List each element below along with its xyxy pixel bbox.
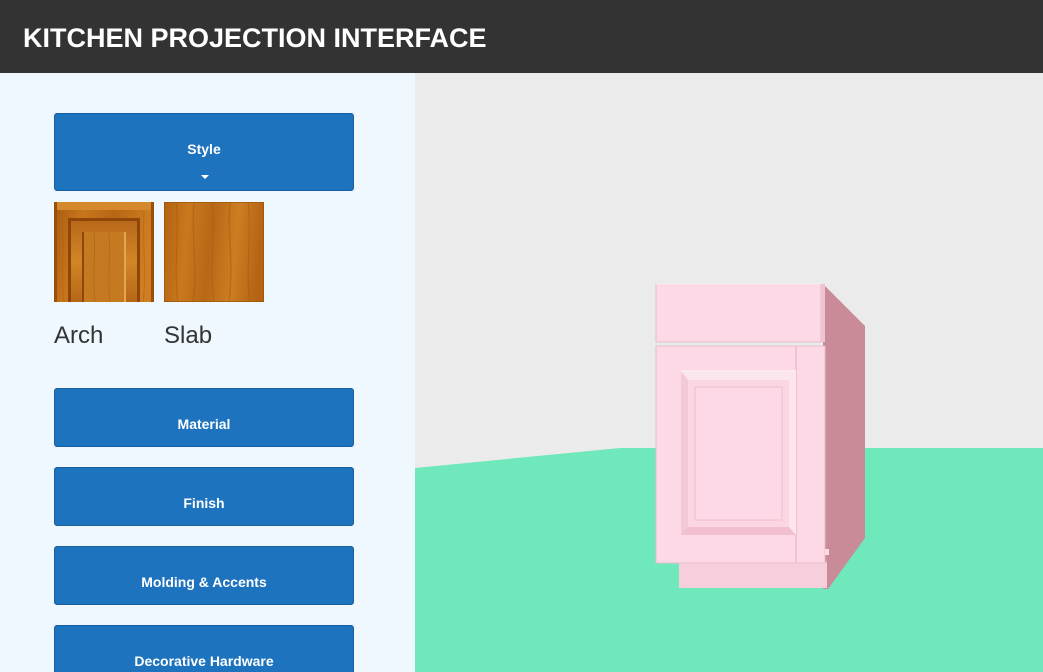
cabinet-scene bbox=[415, 283, 1043, 672]
caret-down-icon bbox=[201, 175, 209, 179]
wood-grain-slab-door-image bbox=[164, 202, 264, 302]
molding-accents-button[interactable]: Molding & Accents bbox=[54, 546, 354, 605]
finish-button-label: Finish bbox=[183, 495, 225, 511]
cabinet-toe-kick bbox=[679, 561, 827, 588]
app-header: KITCHEN PROJECTION INTERFACE bbox=[0, 0, 1043, 73]
cabinet-side-panel bbox=[823, 284, 865, 589]
options-sidebar: Style Arch Slab Material Finish Molding … bbox=[0, 73, 415, 672]
material-button[interactable]: Material bbox=[54, 388, 354, 447]
cabinet-drawer-front[interactable] bbox=[655, 283, 822, 343]
door-style-slab-label: Slab bbox=[164, 322, 213, 349]
3d-viewport[interactable] bbox=[415, 73, 1043, 672]
cabinet-door[interactable] bbox=[681, 371, 796, 380]
app-title: KITCHEN PROJECTION INTERFACE bbox=[23, 23, 487, 53]
door-style-slab-swatch[interactable] bbox=[164, 202, 264, 302]
decorative-hardware-button-label: Decorative Hardware bbox=[134, 653, 274, 669]
door-style-arch-swatch[interactable] bbox=[54, 202, 154, 302]
style-dropdown-button[interactable]: Style bbox=[54, 113, 354, 191]
style-button-label: Style bbox=[187, 141, 221, 157]
material-button-label: Material bbox=[177, 416, 231, 432]
molding-accents-button-label: Molding & Accents bbox=[141, 574, 267, 590]
wood-grain-arch-door-image bbox=[54, 202, 154, 302]
finish-button[interactable]: Finish bbox=[54, 467, 354, 526]
decorative-hardware-button[interactable]: Decorative Hardware bbox=[54, 625, 354, 672]
door-style-arch-label: Arch bbox=[54, 322, 104, 349]
